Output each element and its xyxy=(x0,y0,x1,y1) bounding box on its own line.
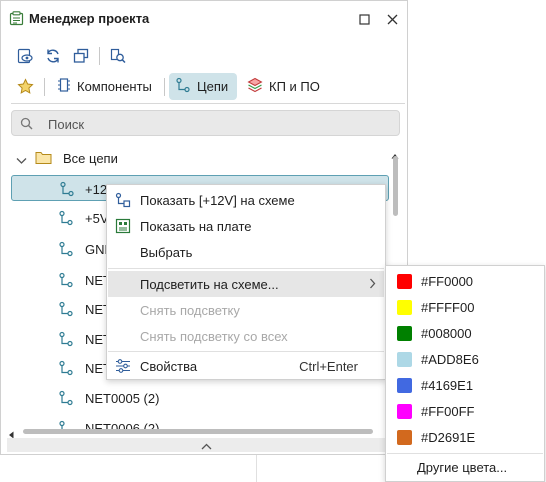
tree-row-net[interactable]: NET0006 (2) xyxy=(1,415,393,429)
color-label: #008000 xyxy=(421,326,472,341)
search-box[interactable] xyxy=(11,110,400,136)
more-colors-item[interactable]: Другие цвета... xyxy=(387,454,543,480)
menu-item-label: Снять подсветку со всех xyxy=(140,329,288,344)
color-item[interactable]: #FF0000 xyxy=(387,268,543,294)
search-filter-icon[interactable] xyxy=(107,45,129,67)
menu-item-label: Выбрать xyxy=(140,245,193,260)
title-bar: Менеджер проекта xyxy=(1,1,407,37)
tab-separator xyxy=(44,78,45,96)
net-icon xyxy=(58,331,74,350)
net-icon xyxy=(58,301,74,320)
menu-item-label: Свойства xyxy=(140,359,198,374)
menu-item-remove-highlight-all[interactable]: Снять подсветку со всех xyxy=(108,323,384,349)
color-item[interactable]: #FF00FF xyxy=(387,398,543,424)
background-divider xyxy=(256,455,257,482)
color-item[interactable]: #FFFF00 xyxy=(387,294,543,320)
window-icon[interactable] xyxy=(70,45,92,67)
chevron-down-icon[interactable] xyxy=(16,153,27,168)
tab-bar: Компоненты Цепи КП и ПО xyxy=(1,73,407,101)
net-icon xyxy=(58,272,74,291)
more-colors-label: Другие цвета... xyxy=(417,460,508,475)
project-manager-icon xyxy=(9,11,24,29)
net-label: +5V xyxy=(85,211,109,226)
context-menu: Показать [+12V] на схеме Показать на пла… xyxy=(106,184,386,380)
tree-root-row[interactable]: Все цепи xyxy=(1,145,393,171)
menu-item-label: Подсветить на схеме... xyxy=(140,277,279,292)
window-title: Менеджер проекта xyxy=(29,11,150,26)
net-icon xyxy=(58,360,74,379)
color-item[interactable]: #008000 xyxy=(387,320,543,346)
refresh-icon[interactable] xyxy=(42,45,64,67)
horizontal-scrollbar-thumb[interactable] xyxy=(23,429,373,434)
color-swatch xyxy=(397,300,412,315)
menu-separator xyxy=(108,351,384,352)
menu-item-highlight[interactable]: Подсветить на схеме... xyxy=(108,271,384,297)
net-label: NET0006 (2) xyxy=(85,421,160,429)
color-label: #FFFF00 xyxy=(421,300,475,315)
menu-item-show-on-schematic[interactable]: Показать [+12V] на схеме xyxy=(108,187,384,213)
collapse-bar[interactable] xyxy=(7,438,405,452)
tab-components-label: Компоненты xyxy=(77,79,152,94)
folder-icon xyxy=(35,150,52,168)
color-swatch xyxy=(397,404,412,419)
menu-item-select[interactable]: Выбрать xyxy=(108,239,384,265)
menu-item-label: Показать на плате xyxy=(140,219,252,234)
color-swatch xyxy=(397,326,412,341)
color-label: #D2691E xyxy=(421,430,476,445)
toolbar-separator xyxy=(99,47,100,65)
maximize-button[interactable] xyxy=(354,9,374,29)
color-swatch xyxy=(397,274,412,289)
net-icon xyxy=(59,181,75,200)
layers-icon xyxy=(247,77,263,96)
color-label: #FF0000 xyxy=(421,274,474,289)
net-icon xyxy=(58,210,74,229)
net-icon xyxy=(175,77,191,96)
menu-item-properties[interactable]: Свойства Ctrl+Enter xyxy=(108,353,384,379)
tab-pads[interactable]: КП и ПО xyxy=(241,73,326,100)
tab-separator xyxy=(164,78,165,96)
color-swatch xyxy=(397,430,412,445)
star-icon[interactable] xyxy=(14,75,36,97)
tab-pads-label: КП и ПО xyxy=(269,79,320,94)
menu-item-show-on-board[interactable]: Показать на плате xyxy=(108,213,384,239)
settings-sliders-icon xyxy=(115,358,131,374)
net-schematic-icon xyxy=(115,192,131,208)
color-label: #ADD8E6 xyxy=(421,352,479,367)
menu-item-remove-highlight[interactable]: Снять подсветку xyxy=(108,297,384,323)
search-input[interactable] xyxy=(46,114,390,134)
vertical-scrollbar-thumb[interactable] xyxy=(393,156,398,216)
net-icon xyxy=(58,420,74,429)
eye-icon[interactable] xyxy=(14,45,36,67)
net-icon xyxy=(58,241,74,260)
chevron-up-icon xyxy=(201,438,212,453)
net-icon xyxy=(58,390,74,409)
color-label: #FF00FF xyxy=(421,404,475,419)
toolbar xyxy=(1,45,407,69)
tab-components[interactable]: Компоненты xyxy=(51,73,158,100)
close-button[interactable] xyxy=(382,9,402,29)
tab-nets[interactable]: Цепи xyxy=(169,73,237,100)
color-swatch xyxy=(397,352,412,367)
tree-root-label: Все цепи xyxy=(63,151,118,166)
color-item[interactable]: #4169E1 xyxy=(387,372,543,398)
color-swatch xyxy=(397,378,412,393)
menu-item-label: Показать [+12V] на схеме xyxy=(140,193,295,208)
board-icon xyxy=(115,218,131,234)
tree-row-net[interactable]: NET0005 (2) xyxy=(1,385,393,411)
color-submenu: #FF0000 #FFFF00 #008000 #ADD8E6 #4169E1 … xyxy=(385,265,545,482)
color-item[interactable]: #D2691E xyxy=(387,424,543,450)
menu-item-label: Снять подсветку xyxy=(140,303,240,318)
component-icon xyxy=(57,77,71,96)
tab-nets-label: Цепи xyxy=(197,79,229,94)
search-icon xyxy=(20,117,33,133)
color-item[interactable]: #ADD8E6 xyxy=(387,346,543,372)
menu-separator xyxy=(108,268,384,269)
divider xyxy=(11,103,405,104)
menu-item-shortcut: Ctrl+Enter xyxy=(299,359,358,374)
chevron-right-icon xyxy=(369,277,376,292)
color-label: #4169E1 xyxy=(421,378,474,393)
net-label: NET0005 (2) xyxy=(85,391,160,406)
